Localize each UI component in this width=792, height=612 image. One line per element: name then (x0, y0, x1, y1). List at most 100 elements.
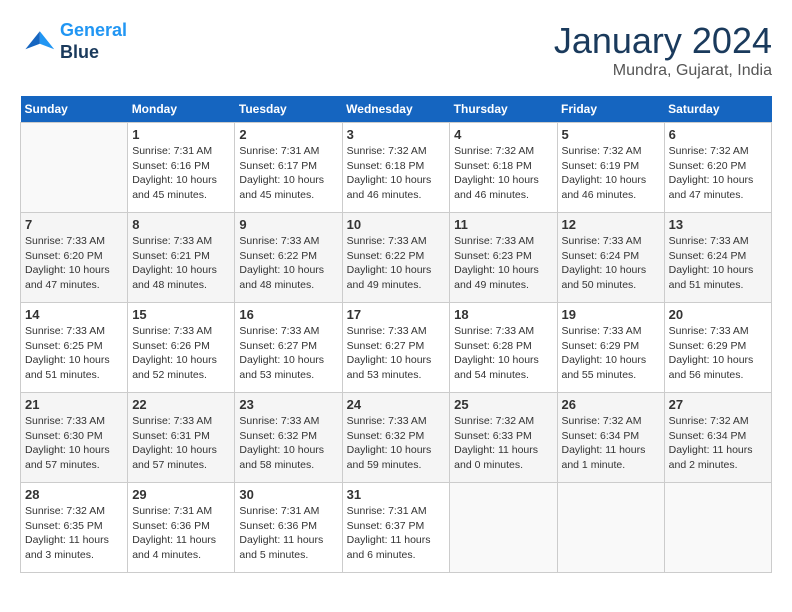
calendar-cell: 10 Sunrise: 7:33 AM Sunset: 6:22 PM Dayli… (342, 213, 450, 303)
day-number: 27 (669, 397, 767, 412)
calendar-cell: 31Sunrise: 7:31 AM Sunset: 6:37 PM Dayli… (342, 483, 450, 573)
day-info: Sunrise: 7:33 AM Sunset: 6:22 PM Dayligh… (347, 234, 446, 293)
calendar-week-row: 7Sunrise: 7:33 AM Sunset: 6:20 PM Daylig… (21, 213, 772, 303)
day-number: 12 (562, 217, 660, 232)
day-info: Sunrise: 7:32 AM Sunset: 6:20 PM Dayligh… (669, 144, 767, 203)
day-number: 19 (562, 307, 660, 322)
day-number: 16 (239, 307, 337, 322)
day-info: Sunrise: 7:33 AM Sunset: 6:27 PM Dayligh… (239, 324, 337, 383)
weekday-header-row: SundayMondayTuesdayWednesdayThursdayFrid… (21, 96, 772, 123)
day-info: Sunrise: 7:33 AM Sunset: 6:28 PM Dayligh… (454, 324, 552, 383)
logo-icon (20, 24, 56, 60)
calendar-table: SundayMondayTuesdayWednesdayThursdayFrid… (20, 96, 772, 573)
calendar-cell: 1Sunrise: 7:31 AM Sunset: 6:16 PM Daylig… (128, 123, 235, 213)
day-info: Sunrise: 7:33 AM Sunset: 6:25 PM Dayligh… (25, 324, 123, 383)
calendar-cell: 22Sunrise: 7:33 AM Sunset: 6:31 PM Dayli… (128, 393, 235, 483)
calendar-cell: 12 Sunrise: 7:33 AM Sunset: 6:24 PM Dayli… (557, 213, 664, 303)
title-section: January 2024 Mundra, Gujarat, India (554, 20, 772, 80)
day-number: 10 (347, 217, 446, 232)
calendar-cell: 28 Sunrise: 7:32 AM Sunset: 6:35 PM Dayli… (21, 483, 128, 573)
day-info: Sunrise: 7:33 AM Sunset: 6:24 PM Dayligh… (562, 234, 660, 293)
weekday-header: Friday (557, 96, 664, 123)
calendar-week-row: 21 Sunrise: 7:33 AM Sunset: 6:30 PM Dayli… (21, 393, 772, 483)
day-number: 29 (132, 487, 230, 502)
day-info: Sunrise: 7:32 AM Sunset: 6:35 PM Dayligh… (25, 504, 123, 563)
day-info: Sunrise: 7:31 AM Sunset: 6:37 PM Dayligh… (347, 504, 446, 563)
calendar-cell: 15 Sunrise: 7:33 AM Sunset: 6:26 PM Dayli… (128, 303, 235, 393)
day-info: Sunrise: 7:33 AM Sunset: 6:23 PM Dayligh… (454, 234, 552, 293)
day-info: Sunrise: 7:33 AM Sunset: 6:21 PM Dayligh… (132, 234, 230, 293)
calendar-cell: 2 Sunrise: 7:31 AM Sunset: 6:17 PM Daylig… (235, 123, 342, 213)
day-number: 24 (347, 397, 446, 412)
calendar-cell: 25 Sunrise: 7:32 AM Sunset: 6:33 PM Dayli… (450, 393, 557, 483)
calendar-cell: 26 Sunrise: 7:32 AM Sunset: 6:34 PM Dayli… (557, 393, 664, 483)
calendar-cell: 6Sunrise: 7:32 AM Sunset: 6:20 PM Daylig… (664, 123, 771, 213)
calendar-week-row: 14 Sunrise: 7:33 AM Sunset: 6:25 PM Dayli… (21, 303, 772, 393)
day-number: 25 (454, 397, 552, 412)
day-info: Sunrise: 7:33 AM Sunset: 6:30 PM Dayligh… (25, 414, 123, 473)
calendar-cell: 18 Sunrise: 7:33 AM Sunset: 6:28 PM Dayli… (450, 303, 557, 393)
calendar-cell (557, 483, 664, 573)
calendar-cell: 13 Sunrise: 7:33 AM Sunset: 6:24 PM Dayli… (664, 213, 771, 303)
day-number: 9 (239, 217, 337, 232)
day-number: 26 (562, 397, 660, 412)
day-info: Sunrise: 7:31 AM Sunset: 6:17 PM Dayligh… (239, 144, 337, 203)
day-number: 1 (132, 127, 230, 142)
day-info: Sunrise: 7:32 AM Sunset: 6:19 PM Dayligh… (562, 144, 660, 203)
day-info: Sunrise: 7:31 AM Sunset: 6:36 PM Dayligh… (239, 504, 337, 563)
day-info: Sunrise: 7:33 AM Sunset: 6:27 PM Dayligh… (347, 324, 446, 383)
weekday-header: Tuesday (235, 96, 342, 123)
day-number: 28 (25, 487, 123, 502)
location: Mundra, Gujarat, India (554, 62, 772, 80)
calendar-cell: 30 Sunrise: 7:31 AM Sunset: 6:36 PM Dayli… (235, 483, 342, 573)
day-info: Sunrise: 7:32 AM Sunset: 6:18 PM Dayligh… (347, 144, 446, 203)
calendar-cell: 24 Sunrise: 7:33 AM Sunset: 6:32 PM Dayli… (342, 393, 450, 483)
weekday-header: Wednesday (342, 96, 450, 123)
day-info: Sunrise: 7:32 AM Sunset: 6:33 PM Dayligh… (454, 414, 552, 473)
calendar-cell (450, 483, 557, 573)
day-number: 23 (239, 397, 337, 412)
day-info: Sunrise: 7:33 AM Sunset: 6:29 PM Dayligh… (562, 324, 660, 383)
calendar-cell: 4Sunrise: 7:32 AM Sunset: 6:18 PM Daylig… (450, 123, 557, 213)
logo: General Blue (20, 20, 127, 63)
day-info: Sunrise: 7:33 AM Sunset: 6:22 PM Dayligh… (239, 234, 337, 293)
weekday-header: Monday (128, 96, 235, 123)
day-info: Sunrise: 7:33 AM Sunset: 6:26 PM Dayligh… (132, 324, 230, 383)
day-number: 20 (669, 307, 767, 322)
day-number: 14 (25, 307, 123, 322)
day-info: Sunrise: 7:32 AM Sunset: 6:34 PM Dayligh… (669, 414, 767, 473)
day-info: Sunrise: 7:32 AM Sunset: 6:34 PM Dayligh… (562, 414, 660, 473)
day-number: 15 (132, 307, 230, 322)
calendar-cell: 29 Sunrise: 7:31 AM Sunset: 6:36 PM Dayli… (128, 483, 235, 573)
calendar-cell: 8Sunrise: 7:33 AM Sunset: 6:21 PM Daylig… (128, 213, 235, 303)
calendar-cell: 19 Sunrise: 7:33 AM Sunset: 6:29 PM Dayli… (557, 303, 664, 393)
calendar-cell (21, 123, 128, 213)
calendar-cell: 5 Sunrise: 7:32 AM Sunset: 6:19 PM Daylig… (557, 123, 664, 213)
calendar-cell: 23 Sunrise: 7:33 AM Sunset: 6:32 PM Dayli… (235, 393, 342, 483)
day-number: 13 (669, 217, 767, 232)
day-info: Sunrise: 7:33 AM Sunset: 6:20 PM Dayligh… (25, 234, 123, 293)
calendar-cell: 3 Sunrise: 7:32 AM Sunset: 6:18 PM Daylig… (342, 123, 450, 213)
calendar-cell: 7Sunrise: 7:33 AM Sunset: 6:20 PM Daylig… (21, 213, 128, 303)
day-info: Sunrise: 7:33 AM Sunset: 6:32 PM Dayligh… (239, 414, 337, 473)
day-number: 30 (239, 487, 337, 502)
weekday-header: Saturday (664, 96, 771, 123)
logo-text: General Blue (60, 20, 127, 63)
weekday-header: Thursday (450, 96, 557, 123)
day-number: 18 (454, 307, 552, 322)
calendar-cell: 16 Sunrise: 7:33 AM Sunset: 6:27 PM Dayli… (235, 303, 342, 393)
day-number: 3 (347, 127, 446, 142)
day-info: Sunrise: 7:33 AM Sunset: 6:24 PM Dayligh… (669, 234, 767, 293)
calendar-cell (664, 483, 771, 573)
day-info: Sunrise: 7:31 AM Sunset: 6:36 PM Dayligh… (132, 504, 230, 563)
day-info: Sunrise: 7:33 AM Sunset: 6:32 PM Dayligh… (347, 414, 446, 473)
day-number: 21 (25, 397, 123, 412)
day-number: 22 (132, 397, 230, 412)
day-number: 11 (454, 217, 552, 232)
day-number: 5 (562, 127, 660, 142)
weekday-header: Sunday (21, 96, 128, 123)
calendar-cell: 27 Sunrise: 7:32 AM Sunset: 6:34 PM Dayli… (664, 393, 771, 483)
day-number: 17 (347, 307, 446, 322)
day-number: 2 (239, 127, 337, 142)
day-info: Sunrise: 7:32 AM Sunset: 6:18 PM Dayligh… (454, 144, 552, 203)
